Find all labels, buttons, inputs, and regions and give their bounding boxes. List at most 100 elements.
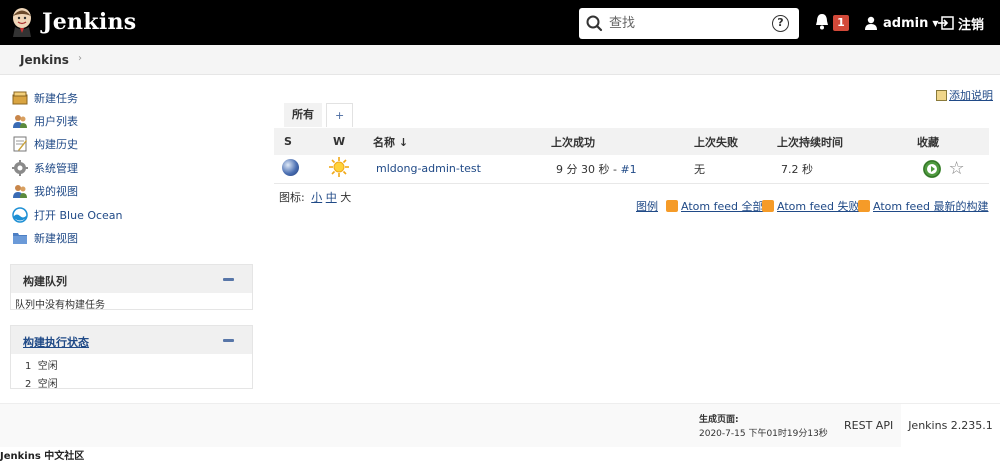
user-menu[interactable]: admin ▼ — [864, 13, 939, 33]
feed-failures-link[interactable]: Atom feed 失败 — [777, 198, 859, 214]
jenkins-butler-icon — [10, 7, 34, 37]
legend-link-wrap: 图例 — [636, 199, 658, 213]
my-views-icon — [12, 183, 28, 199]
collapse-icon[interactable] — [223, 278, 234, 281]
collapse-icon[interactable] — [223, 339, 234, 342]
rest-api-link[interactable]: REST API — [844, 419, 893, 432]
notification-badge[interactable]: 1 — [833, 15, 849, 31]
icon-size-selector: 图标: 小 中 大 — [279, 189, 351, 205]
col-last-success[interactable]: 上次成功 — [551, 128, 694, 155]
table-row: mldong-admin-test 9 分 30 秒 - #1 无 7.2 秒 … — [274, 155, 989, 184]
app-name: Jenkins — [42, 9, 137, 35]
task-manage[interactable]: 系统管理 — [12, 156, 252, 179]
task-label: 用户列表 — [34, 115, 78, 129]
executor-row: 2 空闲 — [11, 372, 252, 390]
search-icon — [579, 8, 609, 39]
tab-all[interactable]: 所有 — [284, 103, 322, 127]
task-my-views[interactable]: 我的视图 — [12, 180, 252, 203]
logout-button[interactable]: 注销 — [938, 13, 984, 33]
breadcrumb-root[interactable]: Jenkins — [20, 53, 69, 67]
last-success-time: 9 分 30 秒 - — [556, 162, 621, 176]
feed-all-link[interactable]: Atom feed 全部 — [681, 198, 763, 214]
side-tasks: 新建任务 用户列表 构建历史 系统管理 我的视图 打开 Blue Ocean 新… — [12, 86, 252, 250]
generated-info: 生成页面: 2020-7-15 下午01时19分13秒 — [699, 413, 828, 441]
jenkins-logo[interactable]: Jenkins — [10, 6, 136, 38]
logout-icon — [938, 16, 954, 30]
task-label: 构建历史 — [34, 138, 78, 152]
build-queue-header: 构建队列 — [11, 265, 252, 293]
task-new-item[interactable]: 新建任务 — [12, 86, 252, 109]
bell-icon[interactable] — [814, 13, 830, 31]
executor-number: 1 — [25, 361, 32, 372]
page-footer: 生成页面: 2020-7-15 下午01时19分13秒 REST API Jen… — [0, 403, 1000, 448]
jobs-table: S W 名称 ↓ 上次成功 上次失败 上次持续时间 收藏 mldong-admi… — [274, 128, 989, 184]
build-queue-pane: 构建队列 队列中没有构建任务 — [10, 264, 253, 311]
users-icon — [12, 113, 28, 129]
schedule-build-icon[interactable] — [923, 159, 941, 178]
executors-header: 构建执行状态 — [11, 326, 252, 354]
folder-icon — [12, 230, 28, 246]
executor-row: 1 空闲 — [11, 354, 252, 372]
view-tabs: 所有 + — [284, 103, 354, 127]
task-label: 新建任务 — [34, 91, 78, 105]
top-header: Jenkins ? 1 admin ▼ — [0, 0, 1000, 45]
add-description-link[interactable]: 添加说明 — [936, 87, 993, 103]
col-status[interactable]: S — [274, 128, 329, 155]
feed-latest-link[interactable]: Atom feed 最新的构建 — [873, 198, 988, 214]
task-blue-ocean[interactable]: 打开 Blue Ocean — [12, 203, 252, 226]
build-link[interactable]: #1 — [620, 163, 636, 176]
user-name: admin — [883, 15, 929, 31]
weather-cell — [329, 155, 373, 184]
help-icon[interactable]: ? — [772, 15, 789, 32]
col-weather[interactable]: W — [329, 128, 373, 155]
executor-status: 空闲 — [37, 361, 58, 372]
star-icon[interactable]: ☆ — [949, 158, 965, 179]
last-success-cell: 9 分 30 秒 - #1 — [551, 155, 694, 184]
search-input[interactable] — [609, 10, 759, 37]
feed-failures[interactable]: Atom feed 失败 — [762, 199, 859, 213]
generated-time: 2020-7-15 下午01时19分13秒 — [699, 429, 828, 439]
user-icon — [864, 16, 878, 30]
task-users[interactable]: 用户列表 — [12, 109, 252, 132]
build-queue-empty: 队列中没有构建任务 — [15, 300, 105, 311]
tab-add-view[interactable]: + — [326, 103, 354, 127]
task-new-view[interactable]: 新建视图 — [12, 226, 252, 249]
gear-icon — [12, 159, 28, 176]
col-last-failure[interactable]: 上次失败 — [694, 128, 777, 155]
rss-icon — [858, 200, 870, 212]
blue-ball-icon — [282, 158, 299, 176]
task-build-history[interactable]: 构建历史 — [12, 133, 252, 156]
edit-icon — [936, 89, 947, 101]
status-cell — [274, 155, 329, 184]
breadcrumb-arrow-icon[interactable]: › — [78, 53, 82, 64]
executors-title[interactable]: 构建执行状态 — [23, 334, 89, 350]
generated-label: 生成页面: — [699, 415, 739, 425]
feed-all[interactable]: Atom feed 全部 — [666, 199, 763, 213]
executors-pane: 构建执行状态 1 空闲 2 空闲 — [10, 325, 253, 390]
blue-ocean-icon — [12, 206, 28, 223]
build-queue-title: 构建队列 — [23, 275, 67, 288]
breadcrumb: Jenkins › — [0, 45, 1000, 75]
task-label: 系统管理 — [34, 161, 78, 175]
logout-label: 注销 — [958, 17, 985, 33]
executor-number: 2 — [25, 379, 32, 390]
executor-status: 空闲 — [37, 379, 58, 390]
version-link[interactable]: Jenkins 2.235.1 — [901, 404, 1000, 448]
icon-size-small[interactable]: 小 — [311, 191, 322, 204]
icon-size-medium[interactable]: 中 — [326, 191, 337, 204]
col-last-duration[interactable]: 上次持续时间 — [777, 128, 899, 155]
task-label: 我的视图 — [34, 185, 78, 199]
col-favorite[interactable]: 收藏 — [899, 128, 989, 155]
col-name[interactable]: 名称 ↓ — [373, 128, 551, 155]
build-history-icon — [12, 136, 28, 152]
job-name-link[interactable]: mldong-admin-test — [376, 162, 481, 175]
table-header-row: S W 名称 ↓ 上次成功 上次失败 上次持续时间 收藏 — [274, 128, 989, 155]
icon-size-large: 大 — [340, 191, 352, 204]
legend-link[interactable]: 图例 — [636, 198, 658, 214]
last-failure-cell: 无 — [694, 155, 777, 184]
rss-icon — [762, 200, 774, 212]
feed-latest[interactable]: Atom feed 最新的构建 — [858, 199, 988, 213]
favorite-cell: ☆ — [899, 155, 989, 184]
rss-icon — [666, 200, 678, 212]
task-label: 新建视图 — [34, 232, 78, 246]
